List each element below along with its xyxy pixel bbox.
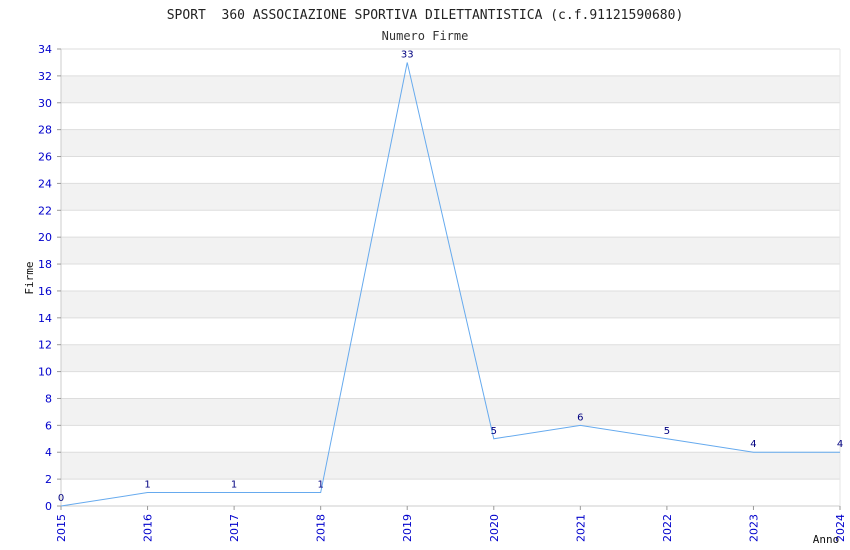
y-tick-label: 2 <box>45 473 52 486</box>
data-label: 1 <box>317 480 323 491</box>
grid-band <box>61 398 840 426</box>
y-tick-label: 10 <box>38 366 52 379</box>
data-label: 0 <box>58 493 64 504</box>
x-tick-label: 2018 <box>315 514 328 542</box>
y-tick-label: 26 <box>38 151 52 164</box>
x-tick-label: 2015 <box>55 514 68 542</box>
grid-band <box>61 344 840 372</box>
x-ticks: 2015 2016 2017 2018 2019 2020 2021 2022 2023 2024 <box>55 506 847 542</box>
data-label: 6 <box>577 412 583 423</box>
data-label: 5 <box>664 426 670 437</box>
x-tick-label: 2021 <box>574 514 587 542</box>
data-label: 5 <box>491 426 497 437</box>
y-tick-label: 12 <box>38 339 52 352</box>
y-tick-label: 28 <box>38 124 52 137</box>
grid-band <box>61 452 840 480</box>
chart: SPORT 360 ASSOCIAZIONE SPORTIVA DILETTAN… <box>23 8 847 546</box>
x-tick-label: 2022 <box>661 514 674 542</box>
data-labels: 0 1 1 1 33 5 6 5 4 4 <box>58 49 843 504</box>
series <box>60 62 840 507</box>
y-tick-label: 22 <box>38 204 52 217</box>
data-label: 4 <box>837 439 843 450</box>
grid-band <box>61 290 840 318</box>
y-tick-label: 16 <box>38 285 52 298</box>
y-tick-label: 0 <box>45 500 52 513</box>
x-tick-label: 2016 <box>142 514 155 542</box>
data-label: 1 <box>231 480 237 491</box>
axes <box>60 49 841 507</box>
y-tick-label: 14 <box>38 312 52 325</box>
x-tick-label: 2020 <box>488 514 501 542</box>
chart-title: SPORT 360 ASSOCIAZIONE SPORTIVA DILETTAN… <box>167 8 684 23</box>
grid-band <box>61 75 840 103</box>
series-line <box>60 62 840 507</box>
x-tick-label: 2017 <box>228 514 241 542</box>
y-tick-label: 34 <box>38 43 52 56</box>
y-tick-label: 18 <box>38 258 52 271</box>
y-tick-label: 20 <box>38 231 52 244</box>
gridlines <box>61 48 840 507</box>
x-axis-title: Anno <box>813 533 840 546</box>
data-label: 33 <box>401 49 414 60</box>
x-tick-label: 2023 <box>747 514 760 542</box>
y-tick-label: 6 <box>45 419 52 432</box>
chart-subtitle: Numero Firme <box>382 29 469 43</box>
y-ticks: 0246810121416182022242628303234 <box>38 43 61 513</box>
data-label: 1 <box>144 480 150 491</box>
grid-band <box>61 183 840 211</box>
data-label: 4 <box>750 439 756 450</box>
y-tick-label: 30 <box>38 97 52 110</box>
x-tick-label: 2019 <box>401 514 414 542</box>
y-tick-label: 4 <box>45 446 52 459</box>
y-tick-label: 8 <box>45 392 52 405</box>
grid-bands <box>61 75 840 480</box>
grid-band <box>61 129 840 157</box>
y-tick-label: 24 <box>38 177 52 190</box>
y-tick-label: 32 <box>38 70 52 83</box>
y-axis-title: Firme <box>23 261 36 294</box>
